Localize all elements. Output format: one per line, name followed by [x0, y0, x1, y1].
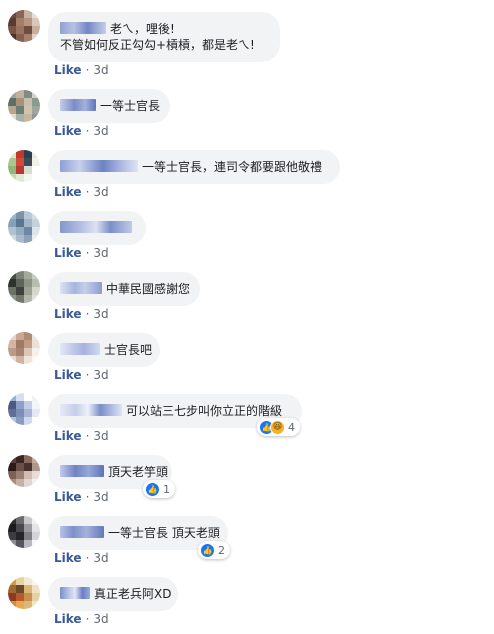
like-button[interactable]: Like [54, 551, 82, 565]
avatar[interactable] [8, 393, 40, 425]
separator-dot: · [85, 490, 90, 504]
timestamp[interactable]: 3d [93, 429, 108, 443]
author-name[interactable] [60, 465, 104, 477]
comment-text: 一等士官長 頂天老頭 [108, 526, 220, 540]
comment-actions: Like · 3d [54, 246, 109, 260]
comment-bubble: 士官長吧 [48, 333, 160, 367]
reaction-count: 4 [288, 420, 295, 434]
like-icon: 👍 [145, 481, 160, 497]
avatar[interactable] [8, 271, 40, 303]
comment-actions: Like · 3d [54, 124, 109, 138]
timestamp[interactable]: 3d [93, 63, 108, 77]
haha-icon: 😆 [270, 419, 285, 435]
avatar[interactable] [8, 150, 40, 182]
like-button[interactable]: Like [54, 368, 82, 382]
timestamp[interactable]: 3d [93, 612, 108, 626]
avatar[interactable] [8, 516, 40, 548]
author-name[interactable] [60, 22, 106, 34]
comment-text: 一等士官長，連司令都要跟他敬禮 [142, 160, 323, 174]
reactions-summary[interactable]: 👍 2 [198, 541, 230, 559]
comment-bubble: 老ㄟ，哩後! 不管如何反正勾勾+槓槓，都是老ㄟ! [48, 12, 280, 62]
like-button[interactable]: Like [54, 429, 82, 443]
separator-dot: · [85, 551, 90, 565]
author-name[interactable] [60, 587, 90, 599]
author-name[interactable] [60, 526, 104, 538]
comment-text: 可以站三七步叫你立正的階級 [126, 404, 283, 418]
comment-text: 不管如何反正勾勾+槓槓，都是老ㄟ! [60, 38, 255, 52]
separator-dot: · [85, 124, 90, 138]
comment-actions: Like · 3d [54, 63, 109, 77]
author-name[interactable] [60, 221, 132, 233]
like-button[interactable]: Like [54, 307, 82, 321]
avatar[interactable] [8, 211, 40, 243]
comment-text: 老ㄟ，哩後! [110, 22, 175, 36]
like-icon: 👍 [200, 542, 215, 558]
comment-bubble: 中華民國感謝您 [48, 272, 200, 306]
separator-dot: · [85, 185, 90, 199]
author-name[interactable] [60, 99, 96, 111]
reactions-summary[interactable]: 👍 😆 4 [257, 418, 300, 436]
comment-actions: Like · 3d [54, 429, 109, 443]
comment-actions: Like · 3d [54, 185, 109, 199]
comment-actions: Like · 3d [54, 368, 109, 382]
avatar[interactable] [8, 90, 40, 122]
avatar[interactable] [8, 332, 40, 364]
like-button[interactable]: Like [54, 246, 82, 260]
comment-text: 士官長吧 [104, 343, 153, 357]
timestamp[interactable]: 3d [93, 307, 108, 321]
timestamp[interactable]: 3d [93, 185, 108, 199]
comment-bubble: 真正老兵阿XD [48, 577, 178, 611]
comment-text: 中華民國感謝您 [106, 282, 191, 296]
comment-text: 頂天老竽頭 [108, 465, 169, 479]
separator-dot: · [85, 429, 90, 443]
author-name[interactable] [60, 160, 138, 172]
reactions-summary[interactable]: 👍 1 [143, 480, 175, 498]
comment-actions: Like · 3d [54, 307, 109, 321]
like-button[interactable]: Like [54, 612, 82, 626]
timestamp[interactable]: 3d [93, 368, 108, 382]
author-name[interactable] [60, 343, 100, 355]
separator-dot: · [85, 307, 90, 321]
separator-dot: · [85, 612, 90, 626]
comment-text: 一等士官長 [100, 99, 161, 113]
separator-dot: · [85, 246, 90, 260]
separator-dot: · [85, 368, 90, 382]
reaction-count: 1 [163, 482, 170, 496]
reaction-count: 2 [218, 543, 225, 557]
avatar[interactable] [8, 577, 40, 609]
comment-actions: Like · 3d [54, 551, 109, 565]
timestamp[interactable]: 3d [93, 124, 108, 138]
comment-bubble: 一等士官長，連司令都要跟他敬禮 [48, 150, 340, 184]
comment-actions: Like · 3d [54, 612, 109, 626]
avatar[interactable] [8, 455, 40, 487]
avatar[interactable] [8, 10, 40, 42]
like-button[interactable]: Like [54, 63, 82, 77]
timestamp[interactable]: 3d [93, 551, 108, 565]
like-button[interactable]: Like [54, 490, 82, 504]
comment-bubble [48, 211, 146, 245]
comment-bubble: 一等士官長 [48, 89, 170, 123]
separator-dot: · [85, 63, 90, 77]
timestamp[interactable]: 3d [93, 246, 108, 260]
like-button[interactable]: Like [54, 185, 82, 199]
like-button[interactable]: Like [54, 124, 82, 138]
comment-actions: Like · 3d [54, 490, 109, 504]
author-name[interactable] [60, 282, 102, 294]
author-name[interactable] [60, 404, 122, 416]
timestamp[interactable]: 3d [93, 490, 108, 504]
comment-text: 真正老兵阿XD [94, 587, 172, 601]
